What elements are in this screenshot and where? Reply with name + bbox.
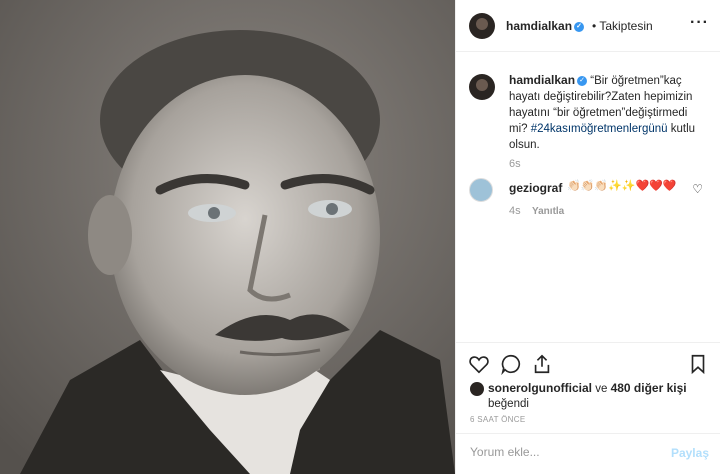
post-header: hamdialkan ✓ • Takiptesin ··· [456, 0, 720, 52]
author-username[interactable]: hamdialkan ✓ [506, 19, 585, 33]
portrait-image [0, 0, 455, 474]
commenter-avatar[interactable] [469, 178, 493, 202]
likes-suffix: beğendi [488, 398, 529, 410]
likes-summary: sonerolgunofficial ve 480 diğer kişi beğ… [470, 381, 687, 412]
share-icon[interactable] [531, 353, 553, 375]
post-timestamp: 6 SAAT ÖNCE [470, 415, 526, 424]
following-label[interactable]: Takiptesin [599, 19, 652, 33]
comment-time: 4s [509, 205, 521, 217]
likes-connector: ve [595, 383, 608, 395]
caption-hashtag[interactable]: #24kasımöğretmenlergünü [531, 123, 668, 135]
reply-button[interactable]: Yanıtla [532, 206, 564, 217]
comment-box: Paylaş [456, 433, 720, 475]
caption-username[interactable]: hamdialkan [509, 73, 575, 87]
verified-badge-icon: ✓ [574, 21, 585, 32]
comments-section: hamdialkan ✓ “Bir öğretmen”kaç hayatı değ… [456, 52, 720, 342]
like-heart-icon[interactable] [468, 353, 490, 375]
caption-avatar[interactable] [469, 74, 495, 100]
following-status[interactable]: • Takiptesin [592, 19, 653, 33]
comment-bubble-icon[interactable] [500, 353, 522, 375]
caption-text: hamdialkan ✓ “Bir öğretmen”kaç hayatı değ… [509, 72, 709, 153]
comment-text: 👏🏻👏🏻👏🏻✨✨❤️❤️❤️ [567, 180, 677, 192]
comment-input[interactable] [468, 444, 662, 460]
caption-time: 6s [509, 158, 521, 170]
post-actions: sonerolgunofficial ve 480 diğer kişi beğ… [456, 342, 720, 475]
likes-others-link[interactable]: 480 diğer kişi [611, 381, 687, 395]
commenter-username[interactable]: geziograf [509, 181, 562, 195]
comment-like-heart-icon[interactable]: ♡ [692, 182, 703, 196]
post-comment-button[interactable]: Paylaş [671, 446, 709, 460]
more-options-icon[interactable]: ··· [690, 14, 709, 32]
author-avatar[interactable] [469, 13, 495, 39]
liker-username[interactable]: sonerolgunofficial [488, 381, 592, 395]
liker-avatar[interactable] [470, 381, 484, 396]
bookmark-icon[interactable] [687, 353, 709, 375]
verified-badge-icon: ✓ [577, 75, 588, 86]
post-side-panel: hamdialkan ✓ • Takiptesin ··· hamdialkan ✓… [455, 0, 720, 474]
post-photo[interactable] [0, 0, 455, 474]
